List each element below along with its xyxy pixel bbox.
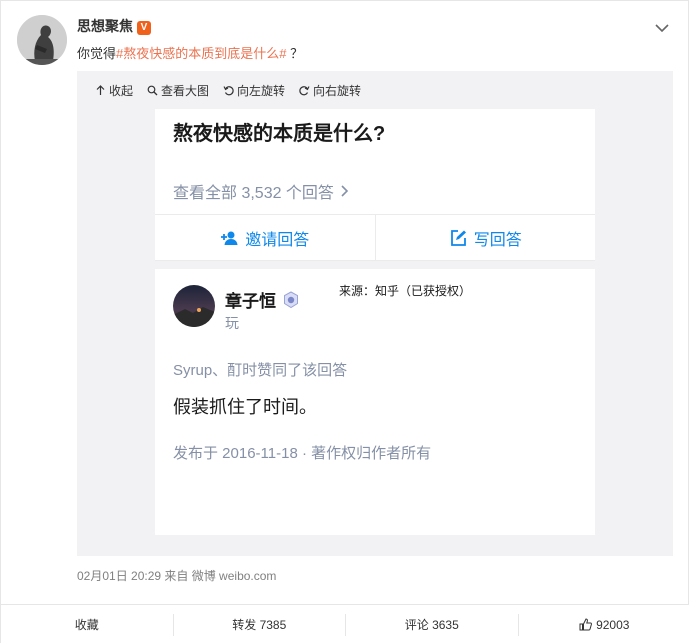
view-all-label: 查看全部 3,532 个回答: [173, 185, 334, 202]
rotate-left-icon: [223, 85, 234, 95]
rotate-left-button[interactable]: 向左旋转: [223, 82, 285, 98]
chevron-down-icon[interactable]: [653, 19, 671, 37]
answer-text: 假装抓住了时间。: [173, 397, 317, 417]
user-avatar[interactable]: [17, 15, 67, 65]
action-bar: 收藏 转发 7385 评论 3635 92003: [1, 604, 689, 643]
view-all-answers: 查看全部 3,532 个回答: [173, 179, 350, 203]
view-large-button[interactable]: 查看大图: [147, 82, 209, 98]
rotate-right-button[interactable]: 向右旋转: [299, 82, 361, 98]
weibo-post-card: 思想聚焦 V 你觉得#熬夜快感的本质到底是什么# ？ 收起 查看大图 向左旋转 向…: [0, 0, 689, 643]
zhihu-screenshot[interactable]: 熬夜快感的本质是什么? 查看全部 3,532 个回答 邀请回答 写回答 章子恒 …: [155, 109, 595, 535]
view-large-label: 查看大图: [161, 83, 210, 98]
rotate-right-label: 向右旋转: [313, 83, 362, 98]
collapse-icon: [96, 84, 105, 95]
rotate-right-icon: [299, 85, 310, 95]
like-button[interactable]: 92003: [517, 613, 689, 636]
username-text[interactable]: 思想聚焦: [77, 18, 133, 34]
image-toolbar: 收起 查看大图 向左旋转 向右旋转: [95, 82, 361, 98]
write-label: 写回答: [473, 231, 522, 249]
hashtag-link[interactable]: #熬夜快感的本质到底是什么#: [116, 46, 286, 61]
collapse-button[interactable]: 收起: [95, 82, 133, 98]
question-title: 熬夜快感的本质是什么?: [173, 123, 386, 145]
comment-label: 评论 3635: [404, 618, 459, 632]
invite-answer-button: 邀请回答: [155, 215, 375, 260]
favorite-button[interactable]: 收藏: [1, 614, 173, 636]
favorite-label: 收藏: [74, 618, 99, 632]
answerer-name: 章子恒: [225, 287, 300, 312]
voters-line: Syrup、酊时赞同了该回答: [173, 362, 348, 379]
add-user-icon: [221, 231, 238, 245]
source-note: 来源：知乎（已获授权）: [339, 284, 472, 298]
magnifier-icon: [147, 85, 158, 95]
post-text-prefix: 你觉得: [77, 46, 117, 61]
post-text-suffix: ？: [286, 46, 304, 61]
collapse-label: 收起: [109, 83, 134, 98]
chevron-right-icon: [341, 185, 349, 197]
post-text: 你觉得#熬夜快感的本质到底是什么# ？: [77, 43, 303, 62]
likes-count: 92003: [596, 617, 630, 632]
post-meta[interactable]: 02月01日 20:29 来自 微博 weibo.com: [77, 567, 276, 584]
answer-meta: 发布于 2016-11-18 · 著作权归作者所有: [173, 445, 432, 462]
verified-badge-icon: V: [137, 21, 151, 35]
invite-label: 邀请回答: [245, 231, 310, 249]
write-answer-button: 写回答: [374, 215, 596, 260]
section-divider: [155, 261, 595, 269]
comment-button[interactable]: 评论 3635: [345, 613, 518, 636]
repost-label: 转发 7385: [232, 618, 287, 632]
repost-button[interactable]: 转发 7385: [172, 613, 346, 636]
answerer-avatar: [173, 285, 215, 327]
username[interactable]: 思想聚焦 V: [77, 16, 151, 36]
rotate-left-label: 向左旋转: [237, 83, 286, 98]
question-actions: 邀请回答 写回答: [155, 214, 595, 261]
answerer-name-text: 章子恒: [225, 292, 276, 311]
media-panel: 收起 查看大图 向左旋转 向右旋转 熬夜快感的本质是什么? 查看全部 3,532…: [77, 71, 673, 556]
edit-icon: [450, 229, 466, 246]
thumbs-up-icon: [579, 618, 593, 631]
zhihu-badge-icon: [284, 290, 298, 308]
answerer-bio: 玩: [225, 315, 239, 331]
